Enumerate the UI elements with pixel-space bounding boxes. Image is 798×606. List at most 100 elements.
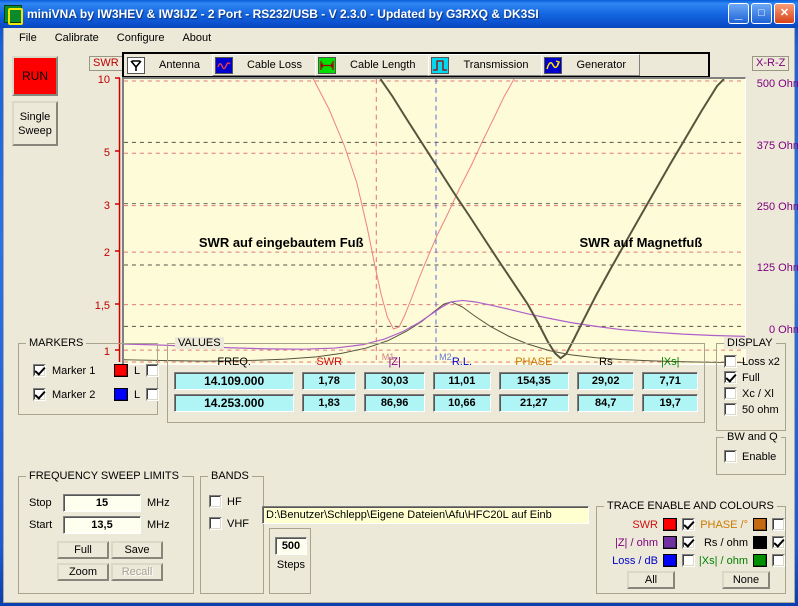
trace-color-swatch-right-1[interactable] — [753, 536, 767, 549]
value-cell-r1-c6[interactable]: 19,7 — [642, 394, 698, 412]
marker-1-label: Marker 1 — [52, 364, 96, 377]
title-bar: miniVNA by IW3HEV & IW3IJZ - 2 Port - RS… — [0, 0, 798, 28]
trace-row-left-2: Loss / dB — [602, 554, 695, 567]
value-cell-r1-c1[interactable]: 1,83 — [302, 394, 357, 412]
values-row: 14.253.000 1,83 86,96 10,66 21,27 84,7 19,7 — [174, 394, 698, 412]
tab-generator[interactable]: Generator — [541, 54, 641, 76]
band-hf-row[interactable]: HF — [209, 495, 242, 508]
tab-transmission[interactable]: Transmission — [428, 54, 543, 76]
stop-label: Stop — [29, 497, 52, 509]
zoom-button[interactable]: Zoom — [57, 563, 109, 581]
tab-cable-length[interactable]: Cable Length — [315, 54, 430, 76]
steps-input[interactable]: 500 — [275, 537, 307, 555]
trace-label-left-2: Loss / dB — [612, 554, 658, 567]
bw-q-enable-checkbox[interactable] — [724, 450, 737, 463]
values-header-0: FREQ. — [217, 356, 251, 368]
display-option-loss-x2[interactable]: Loss x2 — [724, 355, 780, 368]
value-cell-r1-c5[interactable]: 84,7 — [576, 394, 635, 412]
tab-transmission-label: Transmission — [463, 59, 529, 71]
menu-item-about[interactable]: About — [173, 30, 220, 46]
full-button[interactable]: Full — [57, 541, 109, 559]
value-cell-r0-c1[interactable]: 1,78 — [302, 372, 357, 390]
trace-row-left-0: SWR — [602, 518, 695, 531]
value-cell-r1-c2[interactable]: 86,96 — [364, 394, 426, 412]
marker-1-color-swatch[interactable] — [114, 364, 128, 377]
frequency-sweep-limits-panel: FREQUENCY SWEEP LIMITS Stop 15 MHz Start… — [18, 470, 194, 594]
application-window: miniVNA by IW3HEV & IW3IJZ - 2 Port - RS… — [0, 0, 798, 606]
steps-panel: 500 Steps — [269, 528, 311, 594]
left-tick-5: 5 — [103, 147, 110, 159]
value-cell-r0-c3[interactable]: 11,01 — [433, 372, 491, 390]
trace-color-swatch-left-1[interactable] — [663, 536, 677, 549]
display-option-50ohm[interactable]: 50 ohm — [724, 403, 780, 416]
full-checkbox[interactable] — [724, 371, 737, 384]
values-header-5: Rs — [599, 356, 613, 368]
trace-checkbox-right-0[interactable] — [772, 518, 785, 531]
value-cell-r1-c0[interactable]: 14.253.000 — [174, 394, 295, 412]
values-header-6: |Xs| — [660, 356, 680, 368]
values-header-4: PHASE — [515, 356, 553, 368]
display-option-xc-xl[interactable]: Xc / Xl — [724, 387, 780, 400]
value-cell-r1-c4[interactable]: 21,27 — [498, 394, 569, 412]
menu-item-configure[interactable]: Configure — [108, 30, 174, 46]
marker-2-color-swatch[interactable] — [114, 388, 128, 401]
value-cell-r0-c6[interactable]: 7,71 — [642, 372, 698, 390]
markers-panel-caption: MARKERS — [26, 337, 87, 349]
file-path-field[interactable]: D:\Benutzer\Schlepp\Eigene Dateien\Afu\H… — [262, 506, 589, 524]
trace-label-right-1: Rs / ohm — [703, 536, 748, 549]
single-sweep-label-line1: Single — [19, 110, 51, 123]
loss-x2-checkbox[interactable] — [724, 355, 737, 368]
value-cell-r0-c4[interactable]: 154,35 — [498, 372, 569, 390]
value-cell-r0-c0[interactable]: 14.109.000 — [174, 372, 295, 390]
menu-item-calibrate[interactable]: Calibrate — [46, 30, 108, 46]
marker-2-l-checkbox[interactable] — [146, 388, 160, 401]
single-sweep-button[interactable]: Single Sweep — [12, 101, 58, 146]
close-button[interactable]: ✕ — [774, 3, 795, 24]
trace-all-button[interactable]: All — [627, 571, 675, 589]
band-hf-checkbox[interactable] — [209, 495, 222, 508]
trace-color-swatch-right-2[interactable] — [753, 554, 767, 567]
save-button[interactable]: Save — [111, 541, 163, 559]
trace-color-swatch-left-0[interactable] — [663, 518, 677, 531]
window-controls: _ □ ✕ — [728, 3, 795, 24]
minimize-button[interactable]: _ — [728, 3, 749, 24]
swr-chart[interactable] — [124, 79, 745, 364]
bw-q-enable-row[interactable]: Enable — [724, 450, 776, 463]
xc-xl-checkbox[interactable] — [724, 387, 737, 400]
maximize-button[interactable]: □ — [751, 3, 772, 24]
value-cell-r1-c3[interactable]: 10,66 — [433, 394, 491, 412]
stop-unit: MHz — [147, 497, 170, 509]
value-cell-r0-c5[interactable]: 29,02 — [576, 372, 635, 390]
value-cell-r0-c2[interactable]: 30,03 — [364, 372, 426, 390]
trace-color-swatch-left-2[interactable] — [663, 554, 677, 567]
right-tick-500: 500 Ohm — [756, 78, 798, 90]
marker-1-l-checkbox[interactable] — [146, 364, 160, 377]
trace-checkbox-right-1[interactable] — [772, 536, 785, 549]
client-area: File Calibrate Configure About RUN Singl… — [3, 28, 798, 603]
trace-checkbox-right-2[interactable] — [772, 554, 785, 567]
marker-2-checkbox[interactable] — [33, 388, 46, 401]
generator-icon — [544, 56, 563, 74]
run-button[interactable]: RUN — [12, 56, 58, 96]
stop-input[interactable]: 15 — [63, 494, 141, 512]
trace-none-button[interactable]: None — [722, 571, 770, 589]
band-vhf-checkbox[interactable] — [209, 517, 222, 530]
band-vhf-row[interactable]: VHF — [209, 517, 249, 530]
trace-label-left-0: SWR — [632, 518, 658, 531]
display-option-full[interactable]: Full — [724, 371, 780, 384]
fifty-ohm-checkbox[interactable] — [724, 403, 737, 416]
steps-label: Steps — [276, 559, 306, 571]
start-input[interactable]: 13,5 — [63, 516, 141, 534]
start-unit: MHz — [147, 519, 170, 531]
marker-1-checkbox[interactable] — [33, 364, 46, 377]
tab-cable-length-label: Cable Length — [350, 59, 416, 71]
tab-cable-loss[interactable]: Cable Loss — [211, 54, 317, 76]
trace-right-column: PHASE /° Rs / ohm |Xs| / ohm — [692, 518, 785, 567]
tab-antenna[interactable]: Antenna — [125, 54, 213, 76]
trace-row-left-1: |Z| / ohm — [602, 536, 695, 549]
right-tick-125: 125 Ohm — [756, 262, 798, 274]
trace-color-swatch-right-0[interactable] — [753, 518, 767, 531]
trace-panel-caption: TRACE ENABLE AND COLOURS — [604, 500, 777, 512]
menu-item-file[interactable]: File — [10, 30, 46, 46]
plot-frame[interactable]: SWR auf eingebautem Fuß SWR auf Magnetfuß… — [122, 77, 746, 365]
